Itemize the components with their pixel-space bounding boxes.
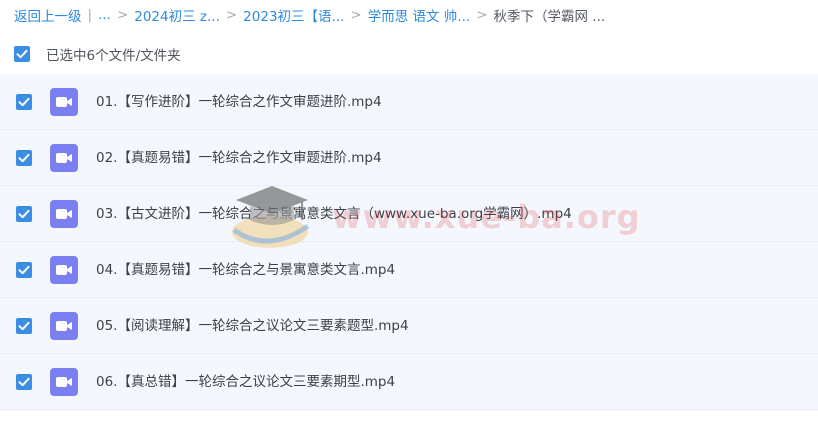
file-checkbox[interactable] xyxy=(16,262,32,278)
breadcrumb-item[interactable]: 2023初三【语... xyxy=(243,5,344,25)
file-name[interactable]: 04.【真题易错】一轮综合之与景寓意类文言.mp4 xyxy=(96,242,395,298)
breadcrumb-divider: | xyxy=(87,7,93,23)
checkmark-icon xyxy=(16,262,32,278)
breadcrumb-current: 秋季下（学霸网 ... xyxy=(493,9,606,25)
file-row[interactable]: 05.【阅读理解】一轮综合之议论文三要素题型.mp4 xyxy=(0,298,818,354)
checkmark-icon xyxy=(16,94,32,110)
file-name[interactable]: 06.【真总错】一轮综合之议论文三要素期型.mp4 xyxy=(96,354,395,410)
checkmark-icon xyxy=(16,150,32,166)
breadcrumb-arrow: > xyxy=(225,7,238,23)
breadcrumb: 返回上一级 | ... > 2024初三 z... > 2023初三【语... … xyxy=(14,0,814,30)
checkmark-icon xyxy=(16,318,32,334)
file-row[interactable]: 06.【真总错】一轮综合之议论文三要素期型.mp4 xyxy=(0,354,818,410)
breadcrumb-item[interactable]: 2024初三 z... xyxy=(134,5,220,25)
checkmark-icon xyxy=(16,206,32,222)
breadcrumb-arrow: > xyxy=(116,7,129,23)
selection-bar: 已选中6个文件/文件夹 xyxy=(14,42,181,66)
select-all-checkbox[interactable] xyxy=(14,46,30,62)
video-icon xyxy=(50,368,78,396)
file-name[interactable]: 03.【古文进阶】一轮综合之与景寓意类文言（www.xue-ba.org学霸网）… xyxy=(96,186,572,242)
checkmark-icon xyxy=(14,46,30,62)
file-name[interactable]: 01.【写作进阶】一轮综合之作文审题进阶.mp4 xyxy=(96,74,382,130)
breadcrumb-ellipsis[interactable]: ... xyxy=(98,7,111,23)
file-row[interactable]: 04.【真题易错】一轮综合之与景寓意类文言.mp4 xyxy=(0,242,818,298)
breadcrumb-arrow: > xyxy=(476,7,488,23)
video-icon xyxy=(50,256,78,284)
back-link[interactable]: 返回上一级 xyxy=(14,5,82,25)
video-icon xyxy=(50,88,78,116)
file-row[interactable]: 03.【古文进阶】一轮综合之与景寓意类文言（www.xue-ba.org学霸网）… xyxy=(0,186,818,242)
video-icon xyxy=(50,144,78,172)
file-row[interactable]: 02.【真题易错】一轮综合之作文审题进阶.mp4 xyxy=(0,130,818,186)
file-checkbox[interactable] xyxy=(16,374,32,390)
file-name[interactable]: 02.【真题易错】一轮综合之作文审题进阶.mp4 xyxy=(96,130,382,186)
file-checkbox[interactable] xyxy=(16,206,32,222)
video-icon xyxy=(50,200,78,228)
file-checkbox[interactable] xyxy=(16,150,32,166)
file-name[interactable]: 05.【阅读理解】一轮综合之议论文三要素题型.mp4 xyxy=(96,298,409,354)
checkmark-icon xyxy=(16,374,32,390)
file-row[interactable]: 01.【写作进阶】一轮综合之作文审题进阶.mp4 xyxy=(0,74,818,130)
breadcrumb-arrow: > xyxy=(350,7,362,23)
selection-count-label: 已选中6个文件/文件夹 xyxy=(46,48,181,64)
video-icon xyxy=(50,312,78,340)
file-checkbox[interactable] xyxy=(16,94,32,110)
breadcrumb-item[interactable]: 学而思 语文 帅... xyxy=(368,5,470,25)
file-checkbox[interactable] xyxy=(16,318,32,334)
file-list: 01.【写作进阶】一轮综合之作文审题进阶.mp4 02.【真题易错】一轮综合之作文… xyxy=(0,74,818,410)
